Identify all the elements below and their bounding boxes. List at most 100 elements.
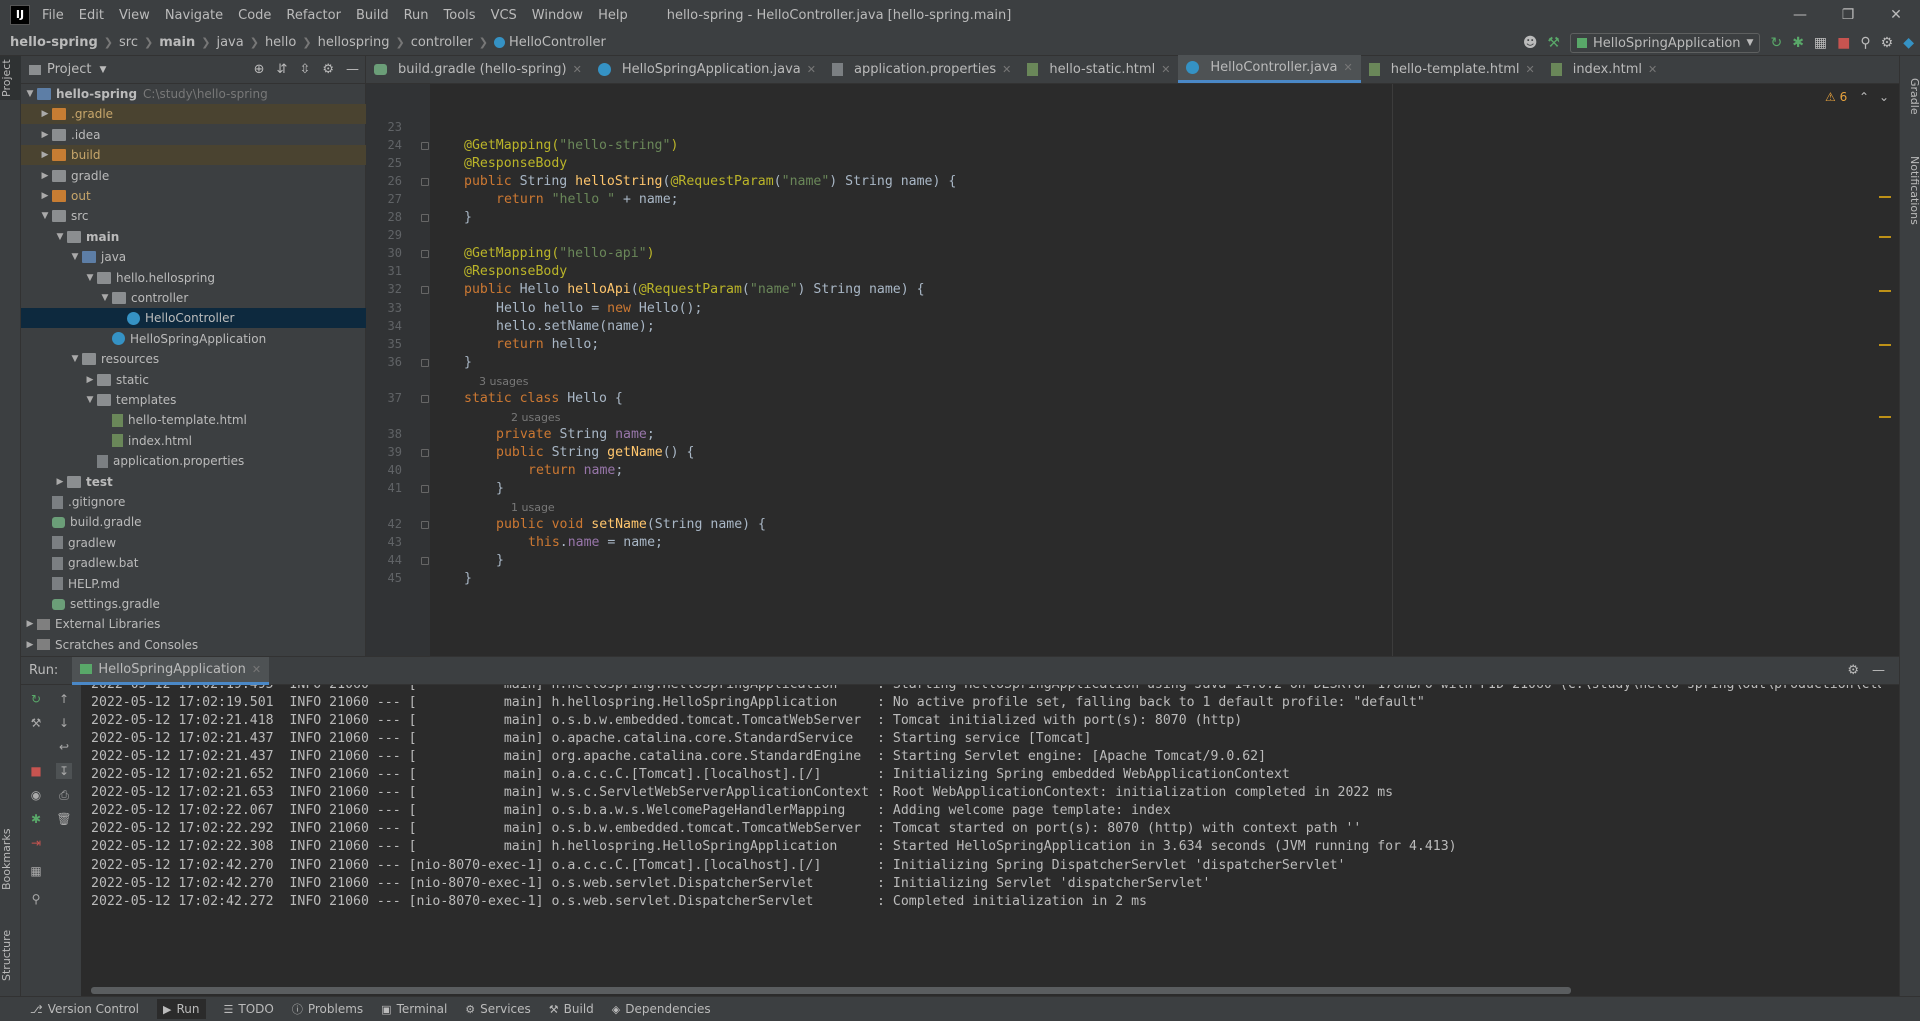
print-icon[interactable]: ⎙ — [56, 787, 72, 803]
hide-run-panel-icon[interactable]: — — [1872, 663, 1885, 678]
tree-item-gradlew-bat[interactable]: gradlew.bat — [21, 553, 366, 573]
tool-window-problems[interactable]: ⓘ Problems — [292, 1001, 363, 1017]
maximize-button[interactable]: ❐ — [1824, 0, 1872, 30]
chevron-down-icon[interactable]: ▼ — [38, 211, 52, 221]
editor-tab-build-gradle-hello-spring[interactable]: build.gradle (hello-spring) ✕ — [366, 55, 590, 83]
tree-item-build-gradle[interactable]: build.gradle — [21, 512, 366, 532]
chevron-down-icon[interactable]: ▼ — [83, 273, 97, 283]
stop-icon[interactable]: ■ — [1837, 35, 1850, 51]
tree-item-out[interactable]: ▶ out — [21, 186, 366, 206]
menu-view[interactable]: View — [119, 8, 150, 23]
editor-tab-index-html[interactable]: index.html ✕ — [1543, 55, 1666, 83]
chevron-right-icon[interactable]: ▶ — [38, 191, 52, 201]
breadcrumb-item[interactable]: hellospring — [318, 35, 390, 50]
chevron-down-icon[interactable]: ▼ — [68, 354, 82, 364]
close-button[interactable]: ✕ — [1872, 0, 1920, 30]
tree-item-gitignore[interactable]: .gitignore — [21, 492, 366, 512]
fold-marker-icon[interactable] — [421, 448, 429, 457]
debug-icon[interactable]: ✱ — [28, 811, 44, 827]
tool-window-dependencies[interactable]: ◈ Dependencies — [612, 1002, 711, 1016]
options-gear-icon[interactable]: ⚙ — [322, 62, 334, 77]
menu-code[interactable]: Code — [238, 8, 271, 23]
warning-mark[interactable] — [1879, 196, 1891, 198]
tree-item-resources[interactable]: ▼ resources — [21, 349, 366, 369]
search-icon[interactable]: ⚲ — [1860, 35, 1870, 51]
fold-marker-icon[interactable] — [421, 178, 429, 187]
menu-help[interactable]: Help — [598, 8, 628, 23]
chevron-right-icon[interactable]: ▶ — [38, 150, 52, 160]
chevron-right-icon[interactable]: ▶ — [83, 375, 97, 385]
tree-item-settings-gradle[interactable]: settings.gradle — [21, 594, 366, 614]
expand-all-icon[interactable]: ⇵ — [277, 62, 288, 77]
debug-icon[interactable]: ✱ — [1792, 35, 1804, 51]
tree-item-build[interactable]: ▶ build — [21, 145, 366, 166]
soft-wrap-icon[interactable]: ↩ — [56, 739, 72, 755]
tree-item-gradle[interactable]: ▶ .gradle — [21, 104, 366, 125]
next-highlight-icon[interactable]: ⌄ — [1879, 90, 1889, 104]
fold-marker-icon[interactable] — [421, 394, 429, 403]
menu-vcs[interactable]: VCS — [491, 8, 517, 23]
rerun-icon[interactable]: ↻ — [28, 691, 44, 707]
close-tab-icon[interactable]: ✕ — [1525, 63, 1534, 76]
bookmarks-tool-tab[interactable]: Bookmarks — [0, 824, 21, 894]
tool-window-run[interactable]: ▶ Run — [157, 999, 206, 1019]
tree-item-controller[interactable]: ▼ controller — [21, 288, 366, 308]
coverage-icon[interactable]: ▦ — [1814, 35, 1827, 51]
chevron-right-icon[interactable]: ▶ — [38, 109, 52, 119]
tree-item-gradlew[interactable]: gradlew — [21, 533, 366, 553]
project-panel-title[interactable]: Project — [47, 62, 91, 77]
tree-item-test[interactable]: ▶ test — [21, 472, 366, 492]
tree-item-main[interactable]: ▼ main — [21, 227, 366, 247]
menu-edit[interactable]: Edit — [79, 8, 104, 23]
chevron-down-icon[interactable]: ▼ — [99, 65, 106, 75]
exit-icon[interactable]: ⇥ — [28, 835, 44, 851]
scroll-to-end-icon[interactable]: ↧ — [56, 763, 72, 779]
settings-gear-icon[interactable]: ⚙ — [1881, 35, 1894, 51]
tree-item-static[interactable]: ▶ static — [21, 370, 366, 390]
warning-mark[interactable] — [1879, 290, 1891, 292]
menu-navigate[interactable]: Navigate — [165, 8, 223, 23]
breadcrumb-item[interactable]: controller — [411, 35, 473, 50]
chevron-right-icon[interactable]: ▶ — [23, 619, 37, 629]
clear-trash-icon[interactable]: 🗑 — [56, 811, 72, 827]
user-icon[interactable]: ☻ — [1523, 35, 1538, 51]
close-tab-icon[interactable]: ✕ — [1343, 61, 1352, 74]
breadcrumb-item[interactable]: java — [216, 35, 243, 50]
close-tab-icon[interactable]: ✕ — [807, 63, 816, 76]
layout-icon[interactable]: ▦ — [28, 863, 44, 879]
menu-tools[interactable]: Tools — [444, 8, 476, 23]
chevron-right-icon[interactable]: ▶ — [38, 171, 52, 181]
chevron-down-icon[interactable]: ▼ — [68, 252, 82, 262]
gradle-tool-tab[interactable]: Gradle — [1900, 66, 1920, 126]
minimize-button[interactable]: — — [1776, 0, 1824, 30]
fold-marker-icon[interactable] — [421, 286, 429, 295]
tree-item-java[interactable]: ▼ java — [21, 247, 366, 267]
menu-file[interactable]: File — [42, 8, 64, 23]
notifications-tool-tab[interactable]: Notifications — [1900, 140, 1920, 240]
tree-item-hello-template-html[interactable]: hello-template.html — [21, 410, 366, 430]
close-tab-icon[interactable]: ✕ — [573, 63, 582, 76]
structure-tool-tab[interactable]: Structure — [0, 920, 21, 990]
project-tool-tab[interactable]: Project — [0, 56, 21, 100]
fold-marker-icon[interactable] — [421, 358, 429, 367]
camera-icon[interactable]: ◉ — [28, 787, 44, 803]
menu-refactor[interactable]: Refactor — [286, 8, 341, 23]
tree-item-scratches-and-consoles[interactable]: ▶ Scratches and Consoles — [21, 635, 366, 655]
inspection-widget[interactable]: ⚠ 6 ⌃ ⌄ — [1825, 90, 1889, 104]
breadcrumb-item[interactable]: HelloController — [509, 35, 606, 50]
run-settings-gear-icon[interactable]: ⚙ — [1847, 663, 1859, 678]
breadcrumb-item[interactable]: main — [159, 35, 195, 50]
tool-window-services[interactable]: ⚙ Services — [465, 1002, 530, 1016]
close-tab-icon[interactable]: ✕ — [1161, 63, 1170, 76]
tree-item-application-properties[interactable]: application.properties — [21, 451, 366, 471]
close-tab-icon[interactable]: ✕ — [1648, 63, 1657, 76]
fold-marker-icon[interactable] — [421, 142, 429, 151]
chevron-down-icon[interactable]: ▼ — [98, 293, 112, 303]
chevron-down-icon[interactable]: ▼ — [83, 395, 97, 405]
tree-item-hello-spring[interactable]: ▼ hello-spring C:\study\hello-spring — [21, 84, 366, 104]
run-console-output[interactable]: 2022-05-12 17:02:19.495 INFO 21060 --- [… — [91, 685, 1881, 965]
breadcrumb-item[interactable]: hello-spring — [10, 35, 98, 50]
previous-highlight-icon[interactable]: ⌃ — [1859, 90, 1869, 104]
fold-marker-icon[interactable] — [421, 214, 429, 223]
editor-tab-hellocontroller-java[interactable]: HelloController.java ✕ — [1178, 55, 1361, 83]
